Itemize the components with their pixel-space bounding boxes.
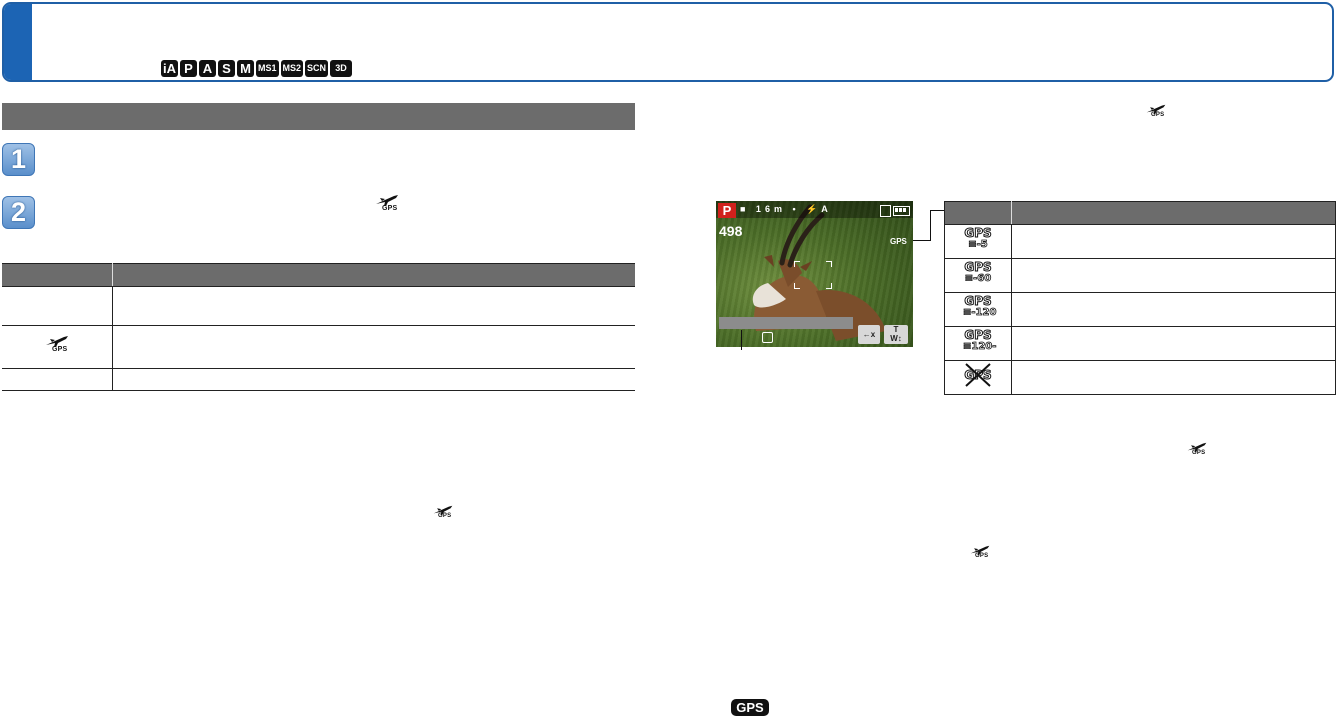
table-cell bbox=[1011, 326, 1336, 361]
airplane-gps-icon: GPS bbox=[1145, 102, 1169, 122]
af-area-icon bbox=[794, 261, 832, 289]
table-header-cell bbox=[1011, 201, 1336, 225]
callout-line bbox=[741, 330, 742, 350]
gps-small-label: GPS bbox=[975, 553, 989, 559]
zoom-tele-label: T bbox=[893, 325, 899, 334]
table-header-cell bbox=[944, 201, 1012, 225]
step-2-icon: 2 bbox=[2, 196, 35, 229]
gps-no-signal-icon: GPS bbox=[963, 361, 993, 389]
battery-icon bbox=[893, 206, 910, 216]
callout-line bbox=[913, 240, 931, 241]
table-row: GPS ≡120- bbox=[944, 326, 1336, 361]
mode-p-icon: P bbox=[180, 60, 197, 77]
table-row bbox=[2, 368, 635, 391]
table-cell bbox=[2, 368, 113, 391]
table-cell: GPS ≡-120 bbox=[944, 292, 1012, 327]
gps-small-label: GPS bbox=[52, 346, 68, 353]
table-row: GPS bbox=[2, 325, 635, 369]
lcd-gps-status: GPS bbox=[890, 237, 907, 246]
table-cell bbox=[112, 325, 635, 369]
mode-ms1-icon: MS1 bbox=[256, 60, 279, 77]
table-cell bbox=[112, 286, 635, 326]
lcd-status-icons: ■ 16m • ⚡A bbox=[740, 204, 832, 214]
table-row: GPS bbox=[944, 360, 1336, 395]
lcd-shots-remaining: 498 bbox=[719, 223, 743, 239]
gps-signal-60-icon: GPS ≡-60 bbox=[964, 260, 992, 285]
callout-line bbox=[930, 210, 944, 211]
metering-icon bbox=[762, 332, 773, 343]
gps-signal-120-icon: GPS ≡-120 bbox=[963, 294, 997, 319]
mode-scn-icon: SCN bbox=[305, 60, 329, 77]
table-cell: GPS ≡120- bbox=[944, 326, 1012, 361]
table-row: GPS ≡-120 bbox=[944, 292, 1336, 327]
banner-color-tab bbox=[4, 4, 32, 80]
mode-a-icon: A bbox=[199, 60, 216, 77]
gps-badge-icon: GPS bbox=[731, 699, 769, 716]
airplane-gps-icon: GPS bbox=[432, 503, 456, 523]
mode-m-icon: M bbox=[237, 60, 254, 77]
table-cell bbox=[1011, 224, 1336, 259]
zoom-wide-label: W↕ bbox=[890, 334, 902, 343]
lcd-exposure-button[interactable]: ←x bbox=[858, 325, 880, 344]
gps-small-label: GPS bbox=[382, 205, 398, 212]
gps-status-table: GPS ≡-5 GPS ≡-60 GPS ≡-120 GPS ≡120- bbox=[944, 201, 1336, 395]
mode-3d-icon: 3D bbox=[330, 60, 353, 77]
callout-line bbox=[930, 210, 931, 241]
gps-signal-5-icon: GPS ≡-5 bbox=[964, 226, 992, 251]
table-cell bbox=[112, 368, 635, 391]
table-cell bbox=[2, 286, 113, 326]
table-cell: GPS bbox=[944, 360, 1012, 395]
table-row: GPS ≡-5 bbox=[944, 224, 1336, 259]
memory-card-icon bbox=[880, 205, 891, 217]
table-cell: GPS ≡-5 bbox=[944, 224, 1012, 259]
recording-mode-icons: iA P A S M MS1 MS2 SCN 3D bbox=[161, 60, 353, 77]
gps-signal-over-120-icon: GPS ≡120- bbox=[963, 328, 997, 353]
mode-ia-icon: iA bbox=[161, 60, 178, 77]
lcd-mode-indicator: P bbox=[718, 203, 736, 218]
table-row: GPS ≡-60 bbox=[944, 258, 1336, 293]
mode-s-icon: S bbox=[218, 60, 235, 77]
airplane-gps-icon: GPS bbox=[1186, 440, 1210, 460]
lcd-zoom-button[interactable]: T W↕ bbox=[884, 325, 908, 344]
mode-ms2-icon: MS2 bbox=[280, 60, 304, 77]
settings-table: GPS bbox=[2, 263, 635, 391]
table-cell: GPS bbox=[2, 325, 113, 369]
gps-small-label: GPS bbox=[1192, 450, 1206, 456]
table-header-cell bbox=[112, 263, 635, 287]
gps-small-label: GPS bbox=[1151, 112, 1165, 118]
lcd-info-bar bbox=[719, 317, 853, 329]
airplane-gps-icon: GPS bbox=[374, 193, 400, 213]
camera-lcd-screen: P ■ 16m • ⚡A 498 GPS ←x T W↕ bbox=[716, 201, 913, 347]
table-header-cell bbox=[2, 263, 113, 287]
table-cell bbox=[1011, 292, 1336, 327]
airplane-gps-icon: GPS bbox=[969, 543, 993, 563]
table-row bbox=[2, 286, 635, 326]
airplane-gps-icon: GPS bbox=[44, 334, 70, 360]
section-heading-bar bbox=[2, 103, 635, 130]
gps-small-label: GPS bbox=[438, 513, 452, 519]
step-1-icon: 1 bbox=[2, 143, 35, 176]
table-cell bbox=[1011, 360, 1336, 395]
table-cell: GPS ≡-60 bbox=[944, 258, 1012, 293]
table-cell bbox=[1011, 258, 1336, 293]
